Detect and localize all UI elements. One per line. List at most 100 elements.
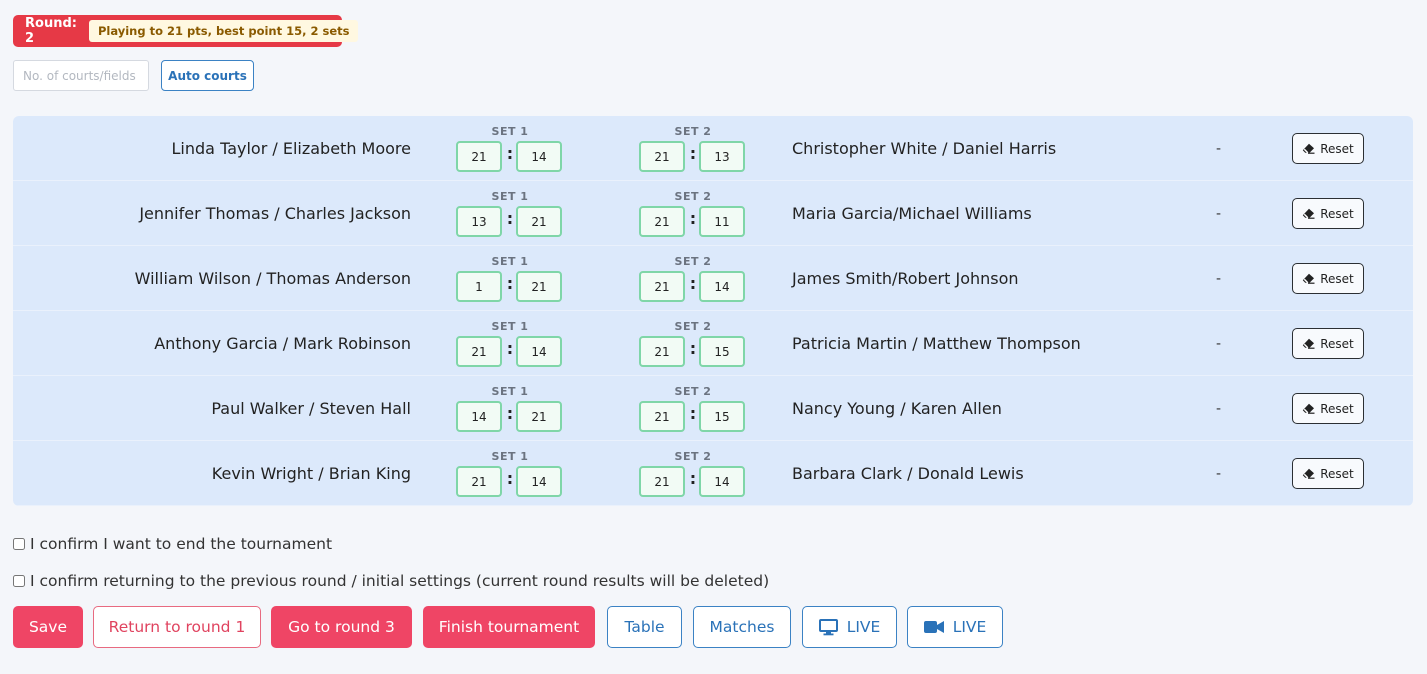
set-1-label: SET 1 — [491, 320, 529, 333]
reset-button[interactable]: Reset — [1292, 263, 1364, 294]
confirm-end-label: I confirm I want to end the tournament — [30, 535, 333, 553]
reset-button[interactable]: Reset — [1292, 198, 1364, 229]
video-camera-icon — [923, 620, 944, 634]
live-video-button[interactable]: LIVE — [907, 606, 1003, 648]
set-2-score-a[interactable]: 21 — [639, 206, 685, 237]
set-1-label: SET 1 — [491, 385, 529, 398]
set-2-score-b[interactable]: 15 — [699, 336, 745, 367]
match-result: - — [1216, 466, 1222, 482]
set-2-label: SET 2 — [674, 320, 712, 333]
courts-input[interactable] — [13, 60, 149, 91]
score-separator: : — [689, 469, 697, 488]
set-1-score-b[interactable]: 14 — [516, 141, 562, 172]
match-result: - — [1216, 336, 1222, 352]
eraser-icon — [1302, 338, 1315, 349]
match-row: Kevin Wright / Brian King SET 1 21 : 14 … — [13, 441, 1413, 506]
set-2-label: SET 2 — [674, 190, 712, 203]
set-1-label: SET 1 — [491, 255, 529, 268]
set-2-score-b[interactable]: 14 — [699, 271, 745, 302]
eraser-icon — [1302, 273, 1315, 284]
team-a-name: Anthony Garcia / Mark Robinson — [154, 334, 411, 353]
matches-panel: Linda Taylor / Elizabeth Moore SET 1 21 … — [13, 116, 1413, 506]
set-2-score-b[interactable]: 13 — [699, 141, 745, 172]
set-1-group: SET 1 13 : 21 — [456, 190, 564, 240]
set-1-label: SET 1 — [491, 125, 529, 138]
confirm-return-checkbox[interactable] — [13, 575, 25, 587]
live-screen-button[interactable]: LIVE — [802, 606, 897, 648]
set-1-score-b[interactable]: 21 — [516, 271, 562, 302]
score-separator: : — [506, 209, 514, 228]
team-a-name: William Wilson / Thomas Anderson — [134, 269, 411, 288]
score-separator: : — [506, 404, 514, 423]
set-2-group: SET 2 21 : 15 — [639, 385, 747, 435]
set-1-score-a[interactable]: 14 — [456, 401, 502, 432]
team-a-name: Jennifer Thomas / Charles Jackson — [139, 204, 411, 223]
match-result: - — [1216, 141, 1222, 157]
reset-label: Reset — [1320, 401, 1354, 416]
match-row: Linda Taylor / Elizabeth Moore SET 1 21 … — [13, 116, 1413, 181]
score-separator: : — [506, 274, 514, 293]
team-a-name: Kevin Wright / Brian King — [211, 464, 411, 483]
reset-button[interactable]: Reset — [1292, 328, 1364, 359]
set-1-score-a[interactable]: 21 — [456, 336, 502, 367]
score-separator: : — [689, 209, 697, 228]
set-2-score-a[interactable]: 21 — [639, 401, 685, 432]
match-row: William Wilson / Thomas Anderson SET 1 1… — [13, 246, 1413, 311]
match-row: Anthony Garcia / Mark Robinson SET 1 21 … — [13, 311, 1413, 376]
set-1-score-b[interactable]: 21 — [516, 206, 562, 237]
set-1-group: SET 1 21 : 14 — [456, 320, 564, 370]
confirm-end-row[interactable]: I confirm I want to end the tournament — [13, 535, 332, 553]
reset-button[interactable]: Reset — [1292, 133, 1364, 164]
match-row: Jennifer Thomas / Charles Jackson SET 1 … — [13, 181, 1413, 246]
reset-button[interactable]: Reset — [1292, 458, 1364, 489]
matches-button[interactable]: Matches — [693, 606, 791, 648]
round-info: Playing to 21 pts, best point 15, 2 sets — [88, 20, 359, 42]
set-2-score-a[interactable]: 21 — [639, 141, 685, 172]
reset-label: Reset — [1320, 336, 1354, 351]
team-b-name: Maria Garcia/Michael Williams — [792, 204, 1032, 223]
live-screen-label: LIVE — [846, 618, 881, 636]
set-2-score-b[interactable]: 15 — [699, 401, 745, 432]
confirm-return-label: I confirm returning to the previous roun… — [30, 572, 770, 590]
set-1-score-a[interactable]: 21 — [456, 141, 502, 172]
eraser-icon — [1302, 468, 1315, 479]
save-button[interactable]: Save — [13, 606, 83, 648]
set-2-score-b[interactable]: 11 — [699, 206, 745, 237]
set-1-score-b[interactable]: 14 — [516, 336, 562, 367]
confirm-end-checkbox[interactable] — [13, 538, 25, 550]
eraser-icon — [1302, 208, 1315, 219]
set-2-group: SET 2 21 : 15 — [639, 320, 747, 370]
reset-button[interactable]: Reset — [1292, 393, 1364, 424]
match-result: - — [1216, 401, 1222, 417]
set-2-group: SET 2 21 : 14 — [639, 255, 747, 305]
return-round-button[interactable]: Return to round 1 — [93, 606, 261, 648]
auto-courts-button[interactable]: Auto courts — [161, 60, 254, 91]
set-2-group: SET 2 21 : 14 — [639, 450, 747, 500]
set-1-score-b[interactable]: 14 — [516, 466, 562, 497]
set-2-score-b[interactable]: 14 — [699, 466, 745, 497]
set-2-score-a[interactable]: 21 — [639, 466, 685, 497]
score-separator: : — [689, 274, 697, 293]
live-video-label: LIVE — [952, 618, 987, 636]
team-b-name: Barbara Clark / Donald Lewis — [792, 464, 1024, 483]
confirm-return-row[interactable]: I confirm returning to the previous roun… — [13, 572, 769, 590]
team-b-name: Patricia Martin / Matthew Thompson — [792, 334, 1081, 353]
next-round-button[interactable]: Go to round 3 — [271, 606, 412, 648]
set-1-group: SET 1 21 : 14 — [456, 450, 564, 500]
match-result: - — [1216, 271, 1222, 287]
set-2-score-a[interactable]: 21 — [639, 336, 685, 367]
set-1-group: SET 1 1 : 21 — [456, 255, 564, 305]
team-b-name: James Smith/Robert Johnson — [792, 269, 1019, 288]
match-row: Paul Walker / Steven Hall SET 1 14 : 21 … — [13, 376, 1413, 441]
table-button[interactable]: Table — [607, 606, 682, 648]
reset-label: Reset — [1320, 141, 1354, 156]
set-1-score-a[interactable]: 1 — [456, 271, 502, 302]
set-2-score-a[interactable]: 21 — [639, 271, 685, 302]
set-1-score-b[interactable]: 21 — [516, 401, 562, 432]
team-a-name: Linda Taylor / Elizabeth Moore — [171, 139, 411, 158]
set-1-label: SET 1 — [491, 450, 529, 463]
set-1-score-a[interactable]: 21 — [456, 466, 502, 497]
reset-label: Reset — [1320, 206, 1354, 221]
set-1-score-a[interactable]: 13 — [456, 206, 502, 237]
finish-tournament-button[interactable]: Finish tournament — [423, 606, 595, 648]
